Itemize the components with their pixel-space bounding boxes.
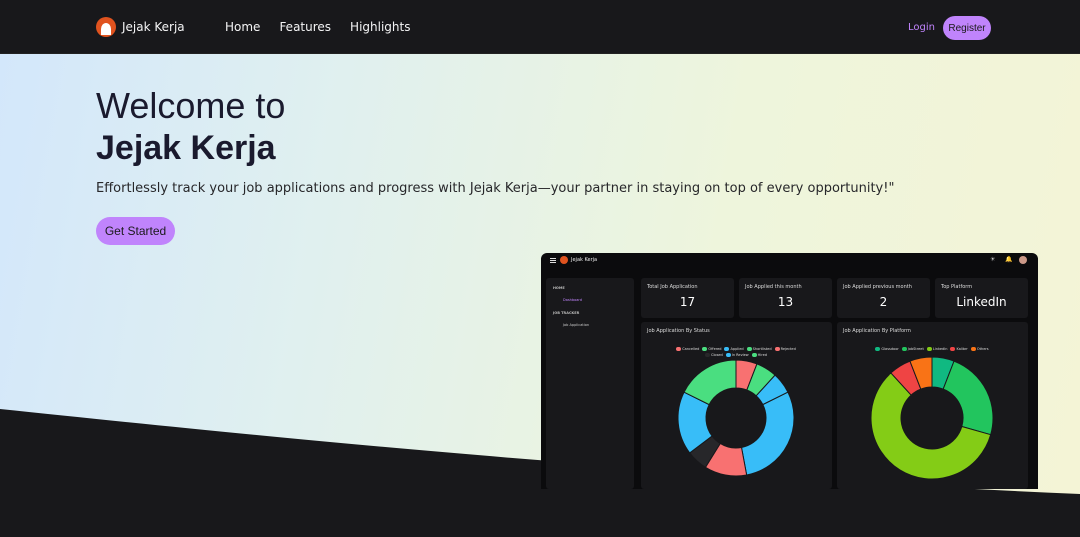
legend-swatch [705,353,711,357]
legend-item: Closed [705,353,723,357]
legend-label: LinkedIn [932,347,948,351]
login-link[interactable]: Login [908,22,935,33]
legend-item: Hired [751,353,767,357]
stat-card-total: Total Job Application 17 [641,278,734,318]
legend-item: JobStreet [901,347,924,351]
legend-item: LinkedIn [926,347,948,351]
status-chart-panel: Job Application By Status Cancelled Offer… [641,322,832,489]
preview-sidebar: HOME Dashboard JOB TRACKER Job Applicati… [546,278,634,489]
get-started-button[interactable]: Get Started [96,217,175,245]
legend-label: Cancelled [682,347,700,351]
hero-section: Welcome to Jejak Kerja Effortlessly trac… [0,54,1080,537]
legend-label: Glassdoor [881,347,899,351]
legend-swatch [970,347,976,351]
legend-label: Others [976,347,989,351]
platform-legend: Glassdoor JobStreet LinkedIn Kalibrr Others [862,347,1002,351]
hero-title-line2: Jejak Kerja [96,129,276,167]
stat-value: 17 [679,295,696,309]
legend-swatch [676,347,682,351]
legend-swatch [774,347,780,351]
legend-swatch [724,347,730,351]
nav-home-link[interactable]: Home [225,20,260,34]
bell-icon: 🔔 [1005,256,1013,263]
legend-item: Kalibrr [950,347,968,351]
register-button[interactable]: Register [943,16,991,40]
legend-swatch [751,353,757,357]
preview-brand: Jejak Kerja [571,257,598,263]
legend-label: JobStreet [907,347,924,351]
legend-label: Applied [730,347,744,351]
nav-links: Home Features Highlights [225,20,410,34]
stat-value: 13 [777,295,794,309]
fox-logo-icon [96,17,116,37]
legend-label: Hired [757,353,767,357]
legend-swatch [950,347,956,351]
status-donut-chart [677,359,795,477]
platform-chart-title: Job Application By Platform [843,328,911,334]
dashboard-preview-image: Jejak Kerja ☀ 🔔 HOME Dashboard JOB TRACK… [541,253,1038,489]
donut-slice [942,360,994,436]
status-chart-title: Job Application By Status [647,328,710,334]
legend-item: Glassdoor [875,347,899,351]
stat-label: Job Applied this month [745,284,802,290]
legend-item: Applied [724,347,744,351]
stat-label: Job Applied previous month [843,284,912,290]
legend-swatch [875,347,881,351]
navbar: Jejak Kerja Home Features Highlights Log… [0,0,1080,54]
sidebar-section-job-tracker: JOB TRACKER [553,311,580,315]
stat-card-previous-month: Job Applied previous month 2 [837,278,930,318]
platform-donut-chart [870,356,994,480]
nav-highlights-link[interactable]: Highlights [350,20,410,34]
sidebar-item-job-application: Job Application [563,323,590,327]
legend-item: Cancelled [676,347,699,351]
nav-features-link[interactable]: Features [279,20,331,34]
brand-name: Jejak Kerja [122,20,185,34]
sun-icon: ☀ [990,256,996,263]
legend-label: Shortlisted [752,347,772,351]
legend-swatch [746,347,752,351]
brand[interactable]: Jejak Kerja [96,17,185,37]
stat-value: 2 [879,295,888,309]
legend-item: Offered [702,347,721,351]
legend-swatch [926,347,932,351]
legend-label: Kalibrr [956,347,968,351]
legend-label: Rejected [780,347,796,351]
preview-topbar: Jejak Kerja ☀ 🔔 [541,253,1038,269]
stat-label: Total Job Application [647,284,698,290]
preview-logo-icon [560,256,568,264]
status-legend: Cancelled Offered Applied Shortlisted Reject… [666,347,806,357]
legend-item: Shortlisted [746,347,772,351]
stat-label: Top Platform [941,284,973,290]
hero-title-line1: Welcome to [96,85,286,126]
legend-swatch [702,347,708,351]
donut-slice [740,391,795,476]
legend-swatch [725,353,731,357]
platform-chart-panel: Job Application By Platform Glassdoor Job… [837,322,1028,489]
stat-value: LinkedIn [956,295,1007,309]
avatar [1019,256,1027,264]
legend-item: In Review [725,353,749,357]
stat-card-this-month: Job Applied this month 13 [739,278,832,318]
sidebar-item-dashboard: Dashboard [563,298,582,302]
legend-label: Offered [708,347,722,351]
sidebar-section-home: HOME [553,286,565,290]
stat-card-top-platform: Top Platform LinkedIn [935,278,1028,318]
legend-swatch [901,347,907,351]
legend-item: Others [970,347,989,351]
legend-item: Rejected [774,347,796,351]
menu-icon [550,258,556,263]
hero-subtitle: Effortlessly track your job applications… [96,181,895,196]
legend-label: Closed [711,353,723,357]
legend-label: In Review [731,353,749,357]
